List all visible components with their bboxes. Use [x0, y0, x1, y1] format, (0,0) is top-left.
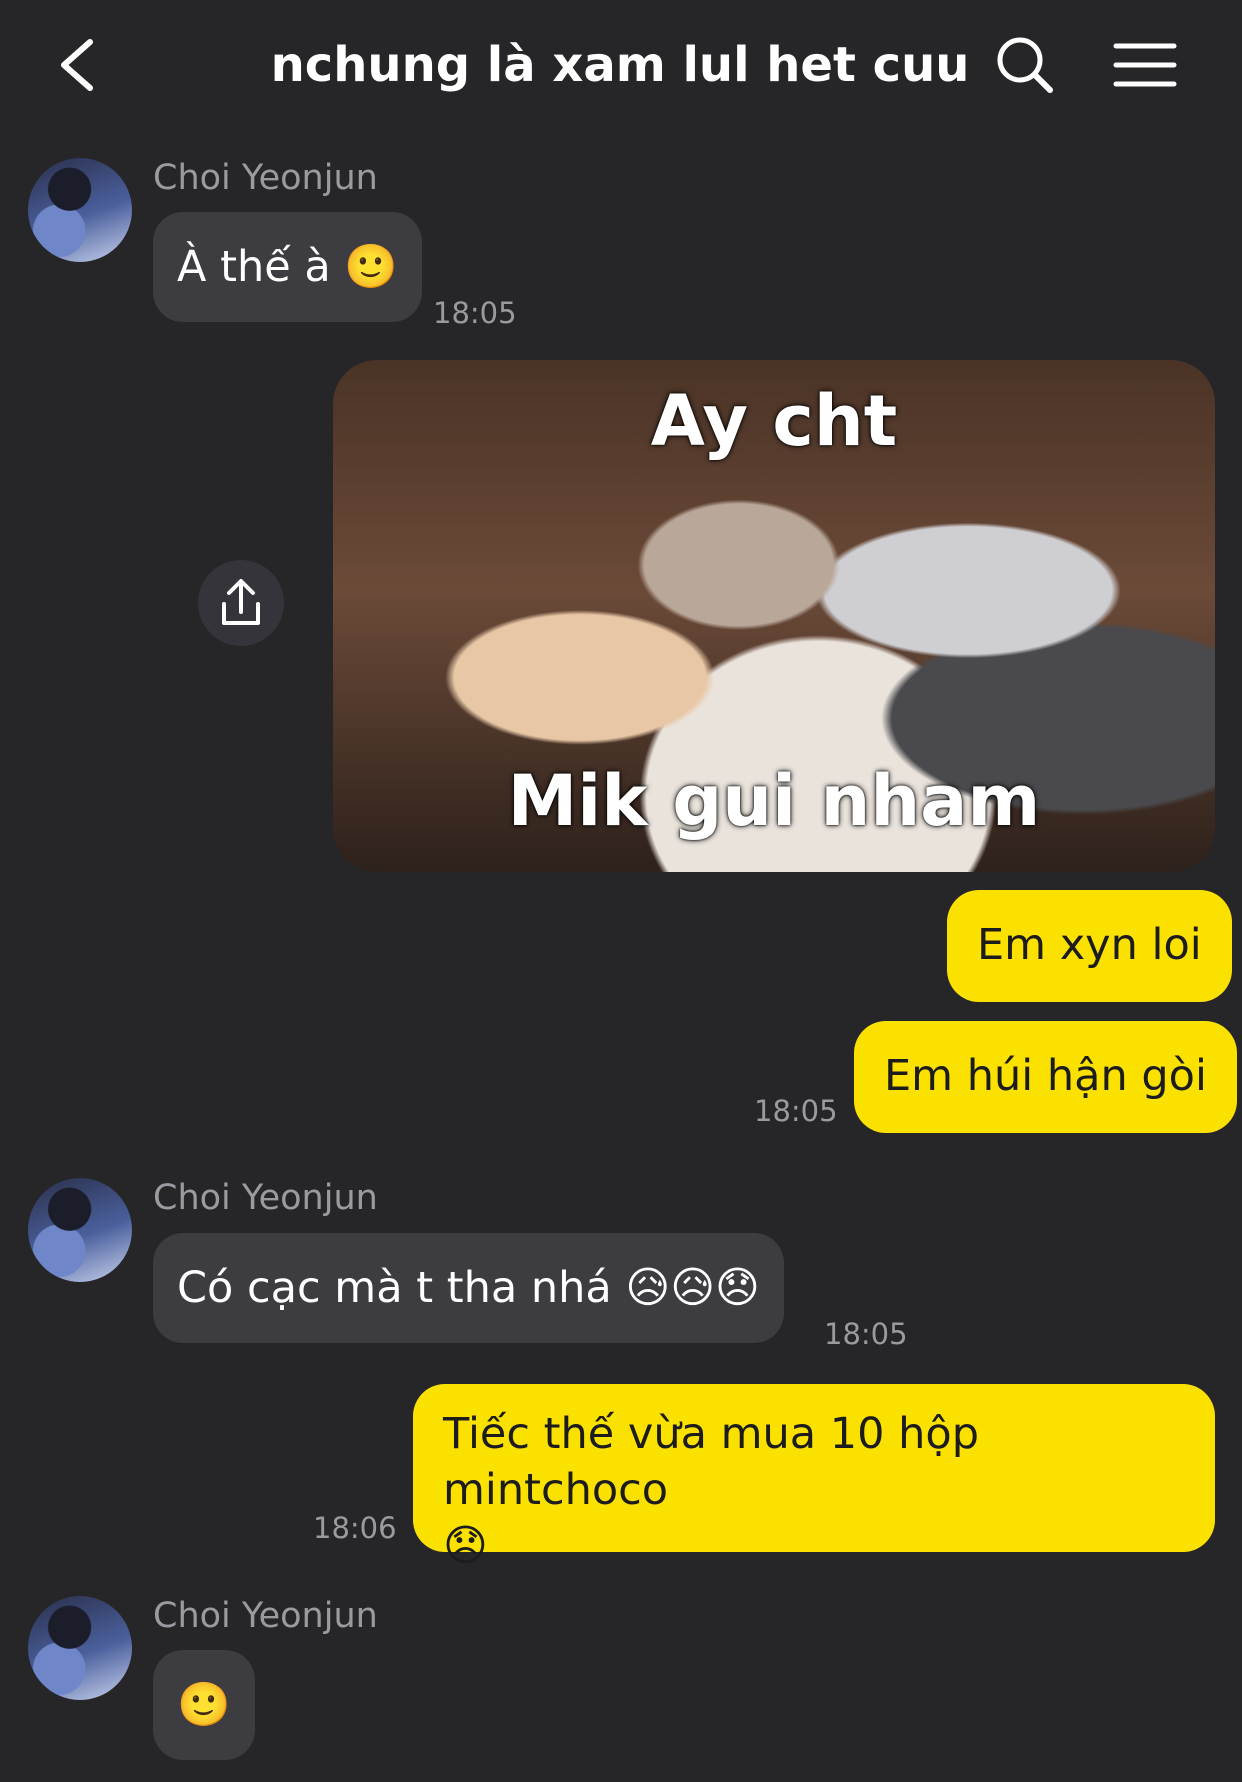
- avatar[interactable]: [28, 158, 132, 262]
- message-timestamp: 18:05: [754, 1094, 838, 1128]
- search-button[interactable]: [990, 30, 1060, 100]
- image-caption-bottom: Mik gui nham: [507, 760, 1041, 842]
- back-button[interactable]: [52, 30, 112, 100]
- outgoing-message-bubble[interactable]: Em húi hận gòi: [854, 1021, 1237, 1133]
- chat-title: nchung là xam lul het cuu: [270, 37, 970, 93]
- sender-name: Choi Yeonjun: [153, 1596, 378, 1636]
- message-timestamp: 18:06: [313, 1511, 397, 1545]
- incoming-message-bubble[interactable]: Có cạc mà t tha nhá 😥😥😞: [153, 1233, 784, 1343]
- outgoing-message-bubble[interactable]: Em xyn loi: [947, 890, 1232, 1002]
- message-timestamp: 18:05: [824, 1317, 908, 1351]
- incoming-message-bubble[interactable]: 🙂: [153, 1650, 255, 1760]
- incoming-message-bubble[interactable]: À thế à 🙂: [153, 212, 422, 322]
- avatar[interactable]: [28, 1596, 132, 1700]
- message-timestamp: 18:05: [433, 296, 517, 330]
- sender-name: Choi Yeonjun: [153, 1178, 378, 1218]
- image-caption-top: Ay cht: [650, 380, 898, 462]
- outgoing-message-bubble[interactable]: Tiếc thế vừa mua 10 hộp mintchoco 😞: [413, 1384, 1215, 1571]
- hamburger-menu-icon: [1113, 43, 1177, 87]
- share-button[interactable]: [198, 560, 284, 646]
- sent-image-kittens[interactable]: Ay cht Mik gui nham: [333, 360, 1215, 872]
- chat-header: nchung là xam lul het cuu: [0, 0, 1242, 130]
- avatar[interactable]: [28, 1178, 132, 1282]
- message-text-line: Tiếc thế vừa mua 10 hộp mintchoco: [443, 1409, 980, 1515]
- sender-name: Choi Yeonjun: [153, 158, 378, 198]
- share-icon: [222, 579, 260, 625]
- message-emoji: 😞: [443, 1521, 488, 1571]
- chevron-left-icon: [61, 39, 93, 91]
- search-icon: [997, 37, 1053, 93]
- menu-button[interactable]: [1110, 30, 1180, 100]
